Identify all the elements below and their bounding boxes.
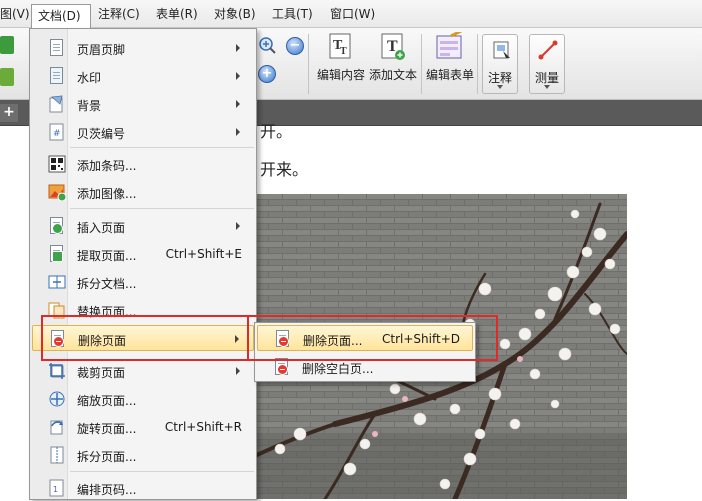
- edit-form-icon: [435, 28, 465, 62]
- chevron-right-icon: [236, 222, 240, 230]
- menu-view[interactable]: 图(V): [0, 5, 30, 24]
- menu-separator: [70, 147, 254, 148]
- svg-text:1: 1: [53, 485, 58, 494]
- delete-page-submenu: 删除页面... Ctrl+Shift+D 删除空白页...: [254, 322, 476, 382]
- menu-item-watermark[interactable]: 水印: [32, 63, 254, 89]
- menubar: 图(V) 文档(D) 注释(C) 表单(R) 对象(B) 工具(T) 窗口(W): [0, 0, 702, 28]
- edit-form-button[interactable]: 编辑表单: [424, 28, 476, 83]
- barcode-icon: [48, 155, 66, 173]
- delete-blank-pages-icon: [273, 358, 291, 376]
- left-tool-icon-2[interactable]: [0, 68, 14, 86]
- zoom-in-area-icon[interactable]: [258, 36, 276, 54]
- toolbar-separator: [421, 34, 422, 94]
- header-footer-icon: [48, 39, 66, 57]
- menu-separator: [70, 471, 254, 472]
- measure-icon: [538, 40, 558, 60]
- background-icon: [48, 95, 66, 113]
- crop-page-icon: [48, 362, 66, 380]
- split-page-icon: [48, 446, 66, 464]
- left-tool-icon-1[interactable]: [0, 36, 14, 54]
- delete-page-icon: [274, 330, 292, 348]
- annotate-label: 注释: [487, 71, 512, 85]
- watermark-icon: [48, 67, 66, 85]
- menu-item-background[interactable]: 背景: [32, 91, 254, 117]
- number-pages-icon: 1: [48, 479, 66, 497]
- menu-form[interactable]: 表单(R): [156, 5, 198, 24]
- menu-item-delete-page[interactable]: 删除页面: [32, 325, 254, 351]
- edit-content-icon: TT: [326, 32, 356, 62]
- chevron-right-icon: [236, 44, 240, 52]
- edit-content-button[interactable]: TT 编辑内容: [315, 32, 367, 83]
- menu-document[interactable]: 文档(D): [31, 4, 91, 28]
- document-menu: 页眉页脚 水印 背景 # 贝茨编号 添加条码... 添加图像... 插入页面 提…: [29, 28, 257, 500]
- menu-separator: [70, 208, 254, 209]
- document-text-line: 开来。: [260, 160, 309, 179]
- add-text-label: 添加文本: [368, 68, 417, 82]
- scale-page-icon: [48, 390, 66, 408]
- annotate-button[interactable]: 注释: [482, 34, 518, 94]
- measure-label: 测量: [534, 71, 559, 85]
- bates-numbering-icon: #: [48, 123, 66, 141]
- submenu-item-delete-page[interactable]: 删除页面... Ctrl+Shift+D: [257, 325, 473, 351]
- svg-text:T: T: [340, 46, 347, 57]
- menu-item-number-pages[interactable]: 1 编排页码...: [32, 475, 254, 501]
- zoom-in-icon[interactable]: +: [258, 65, 276, 83]
- measure-button[interactable]: 测量: [529, 34, 565, 94]
- menu-item-bates-numbering[interactable]: # 贝茨编号: [32, 119, 254, 145]
- menu-item-replace-page[interactable]: 替换页面...: [32, 297, 254, 323]
- toolbar-separator: [308, 34, 309, 94]
- menu-item-add-image[interactable]: 添加图像...: [32, 179, 254, 205]
- menu-item-split-page[interactable]: 拆分页面...: [32, 442, 254, 468]
- menu-item-add-barcode[interactable]: 添加条码...: [32, 151, 254, 177]
- menu-comment[interactable]: 注释(C): [98, 5, 140, 24]
- chevron-down-icon: [497, 85, 503, 89]
- edit-content-label: 编辑内容: [316, 68, 365, 82]
- menu-object[interactable]: 对象(B): [214, 5, 256, 24]
- edit-form-label: 编辑表单: [425, 68, 474, 82]
- document-text-line: 开。: [260, 122, 293, 141]
- chevron-right-icon: [235, 335, 239, 343]
- chevron-right-icon: [236, 367, 240, 375]
- menu-item-crop-page[interactable]: 裁剪页面: [32, 358, 254, 384]
- split-document-icon: [48, 273, 66, 291]
- menu-item-insert-page[interactable]: 插入页面: [32, 213, 254, 239]
- submenu-item-delete-blank-pages[interactable]: 删除空白页...: [257, 354, 473, 380]
- menu-item-split-document[interactable]: 拆分文档...: [32, 269, 254, 295]
- chevron-right-icon: [236, 72, 240, 80]
- menu-item-header-footer[interactable]: 页眉页脚: [32, 35, 254, 61]
- menu-item-rotate-page[interactable]: 旋转页面... Ctrl+Shift+R: [32, 414, 254, 440]
- annotate-icon: [492, 40, 512, 60]
- replace-page-icon: [48, 301, 66, 319]
- svg-text:#: #: [53, 129, 61, 139]
- menu-item-scale-page[interactable]: 缩放页面...: [32, 386, 254, 412]
- menu-window[interactable]: 窗口(W): [330, 5, 375, 24]
- chevron-down-icon: [544, 85, 550, 89]
- add-text-icon: T: [378, 32, 408, 62]
- menu-item-extract-page[interactable]: 提取页面... Ctrl+Shift+E: [32, 241, 254, 267]
- insert-page-icon: [48, 217, 66, 235]
- toolbar-separator: [477, 34, 478, 94]
- add-text-button[interactable]: T 添加文本: [367, 32, 419, 83]
- rotate-page-icon: [48, 418, 66, 436]
- delete-page-icon: [49, 330, 67, 348]
- extract-page-icon: [48, 245, 66, 263]
- new-tab-button[interactable]: +: [0, 104, 18, 122]
- menu-tools[interactable]: 工具(T): [272, 5, 313, 24]
- add-image-icon: [48, 183, 67, 202]
- chevron-right-icon: [236, 128, 240, 136]
- chevron-right-icon: [236, 100, 240, 108]
- zoom-out-icon[interactable]: −: [286, 37, 304, 55]
